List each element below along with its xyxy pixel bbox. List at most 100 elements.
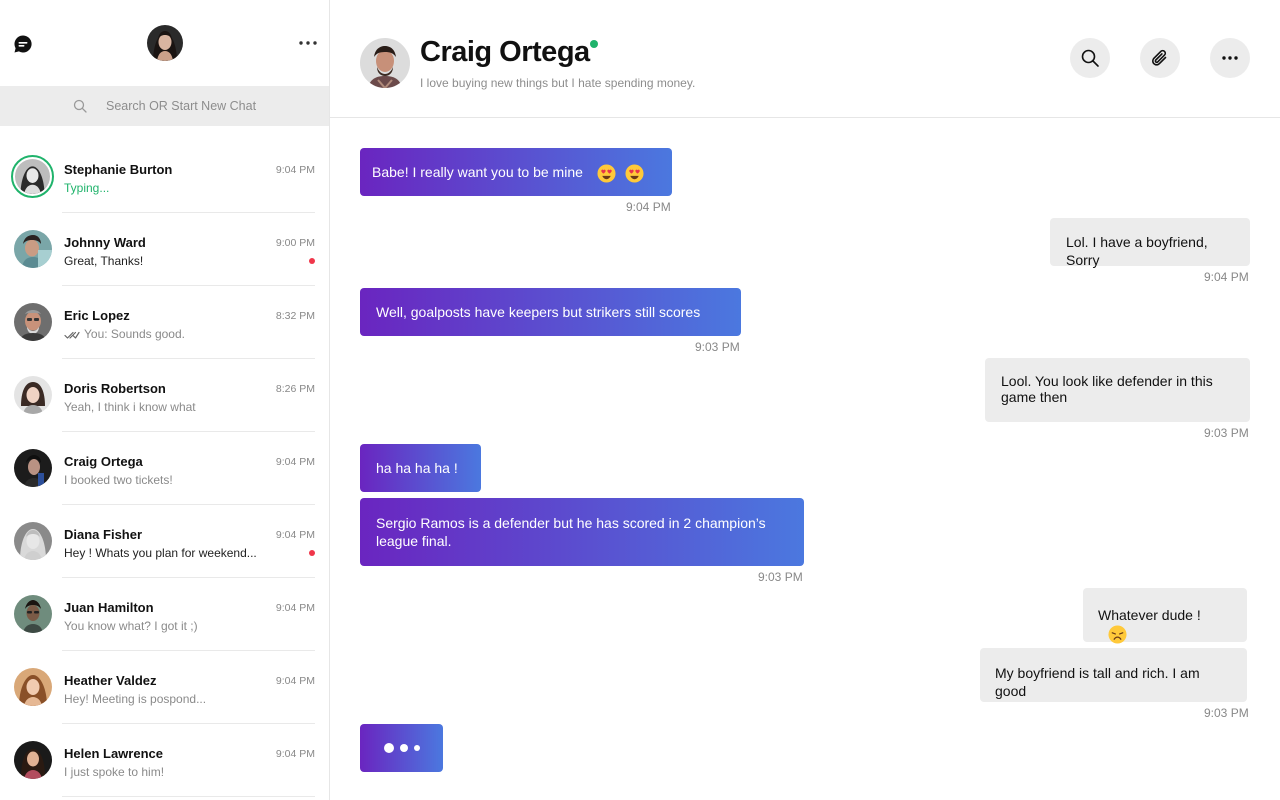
chat-time: 9:04 PM — [275, 602, 315, 614]
contact-name: Craig Ortega — [420, 36, 598, 69]
message-text: Lol. I have a boyfriend, Sorry — [1066, 234, 1208, 268]
chat-name: Craig Ortega — [64, 454, 143, 469]
search-icon — [73, 99, 87, 113]
message-bubble-incoming[interactable]: Sergio Ramos is a defender but he has sc… — [360, 498, 804, 566]
chat-bubble-icon[interactable] — [13, 34, 33, 54]
typing-dot — [414, 745, 420, 751]
search-icon — [1081, 49, 1099, 67]
message-bubble-outgoing[interactable]: Lol. I have a boyfriend, Sorry — [1050, 218, 1250, 268]
chat-item-johnny-ward[interactable]: Johnny Ward Great, Thanks! 9:00 PM — [0, 213, 329, 286]
chat-preview: You: Sounds good. — [64, 327, 185, 341]
sidebar: Stephanie Burton Typing... 9:04 PM Johnn… — [0, 0, 330, 800]
search-button[interactable] — [1070, 38, 1110, 78]
more-horizontal-icon[interactable] — [298, 36, 318, 50]
disappointed-emoji — [1108, 625, 1127, 644]
chat-item-juan-hamilton[interactable]: Juan Hamilton You know what? I got it ;)… — [0, 578, 329, 651]
chat-name: Helen Lawrence — [64, 746, 163, 761]
chat-name: Juan Hamilton — [64, 600, 154, 615]
chat-preview-text: You: Sounds good. — [84, 327, 185, 341]
search-bar — [0, 86, 329, 126]
chat-preview: I booked two tickets! — [64, 473, 173, 487]
avatar — [14, 376, 52, 414]
chat-time: 9:04 PM — [275, 456, 315, 468]
avatar — [14, 741, 52, 779]
chat-time: 8:26 PM — [275, 383, 315, 395]
chat-preview: Yeah, I think i know what — [64, 400, 196, 414]
typing-dot — [384, 743, 394, 753]
search-input[interactable] — [106, 96, 306, 116]
more-horizontal-icon — [1222, 56, 1238, 60]
heart-eyes-emoji — [625, 164, 644, 183]
avatar — [11, 155, 54, 198]
chat-preview: Typing... — [64, 181, 110, 195]
message-text: Whatever dude ! — [1098, 607, 1201, 623]
message-time: 9:03 PM — [1204, 426, 1249, 440]
chat-preview: Hey! Meeting is pospond... — [64, 692, 207, 706]
chat-time: 9:00 PM — [275, 237, 315, 249]
heart-eyes-emoji — [597, 164, 616, 183]
chat-item-diana-fisher[interactable]: Diana Fisher Hey ! Whats you plan for we… — [0, 505, 329, 578]
contact-status: I love buying new things but I hate spen… — [420, 76, 696, 90]
message-text: ha ha ha ha ! — [376, 460, 458, 476]
chat-item-doris-robertson[interactable]: Doris Robertson Yeah, I think i know wha… — [0, 359, 329, 432]
message-bubble-incoming[interactable]: Babe! I really want you to be mine — [360, 148, 672, 196]
message-bubble-outgoing[interactable]: My boyfriend is tall and rich. I am good — [980, 648, 1247, 702]
chat-time: 9:04 PM — [275, 675, 315, 687]
conversation-header: Craig Ortega I love buying new things bu… — [330, 0, 1280, 118]
message-bubble-incoming[interactable]: Well, goalposts have keepers but striker… — [360, 288, 741, 336]
unread-dot — [309, 258, 315, 264]
sidebar-header — [0, 0, 329, 86]
chat-time: 9:04 PM — [275, 164, 315, 176]
online-indicator — [589, 40, 598, 48]
avatar[interactable] — [147, 25, 183, 61]
chat-time: 9:04 PM — [275, 529, 315, 541]
chat-preview: Hey ! Whats you plan for weekend... — [64, 546, 257, 560]
chat-item-stephanie-burton[interactable]: Stephanie Burton Typing... 9:04 PM — [0, 140, 329, 213]
avatar — [14, 449, 52, 487]
message-time: 9:03 PM — [695, 340, 740, 354]
double-check-icon — [64, 331, 80, 339]
chat-time: 8:32 PM — [275, 310, 315, 322]
message-bubble-outgoing[interactable]: Lool. You look like defender in this gam… — [985, 358, 1250, 422]
avatar — [14, 668, 52, 706]
conversation-panel: Craig Ortega I love buying new things bu… — [330, 0, 1280, 800]
chat-name: Heather Valdez — [64, 673, 157, 688]
chat-preview: Great, Thanks! — [64, 254, 144, 268]
typing-dot — [400, 744, 408, 752]
message-list: Babe! I really want you to be mine 9:04 … — [330, 118, 1280, 800]
chat-item-craig-ortega[interactable]: Craig Ortega I booked two tickets! 9:04 … — [0, 432, 329, 505]
chat-name: Stephanie Burton — [64, 162, 173, 177]
chat-item-heather-valdez[interactable]: Heather Valdez Hey! Meeting is pospond..… — [0, 651, 329, 724]
message-time: 9:03 PM — [1204, 706, 1249, 720]
message-text: Babe! I really want you to be mine — [372, 164, 583, 180]
avatar — [14, 522, 52, 560]
attach-button[interactable] — [1140, 38, 1180, 78]
avatar[interactable] — [360, 38, 410, 88]
message-bubble-outgoing[interactable]: Whatever dude ! — [1083, 588, 1247, 644]
avatar — [14, 303, 52, 341]
paperclip-icon — [1151, 49, 1167, 66]
chat-name: Johnny Ward — [64, 235, 146, 250]
chat-time: 9:04 PM — [275, 748, 315, 760]
typing-dots — [384, 743, 420, 753]
message-text: Well, goalposts have keepers but striker… — [376, 304, 701, 320]
chat-name: Eric Lopez — [64, 308, 130, 323]
message-bubble-incoming[interactable]: ha ha ha ha ! — [360, 444, 481, 492]
chat-preview: I just spoke to him! — [64, 765, 165, 779]
message-time: 9:03 PM — [758, 570, 803, 584]
contact-name-text: Craig Ortega — [420, 36, 590, 68]
chat-name: Diana Fisher — [64, 527, 143, 542]
chat-name: Doris Robertson — [64, 381, 166, 396]
chat-preview: You know what? I got it ;) — [64, 619, 198, 633]
chat-item-helen-lawrence[interactable]: Helen Lawrence I just spoke to him! 9:04… — [0, 724, 329, 797]
message-text: Lool. You look like defender in this gam… — [1001, 373, 1213, 405]
message-text: Sergio Ramos is a defender but he has sc… — [376, 515, 766, 549]
unread-dot — [309, 550, 315, 556]
chat-item-eric-lopez[interactable]: Eric Lopez You: Sounds good. 8:32 PM — [0, 286, 329, 359]
divider — [62, 796, 315, 797]
avatar — [14, 230, 52, 268]
more-options-button[interactable] — [1210, 38, 1250, 78]
message-time: 9:04 PM — [626, 200, 671, 214]
avatar — [14, 595, 52, 633]
typing-indicator — [360, 724, 443, 772]
